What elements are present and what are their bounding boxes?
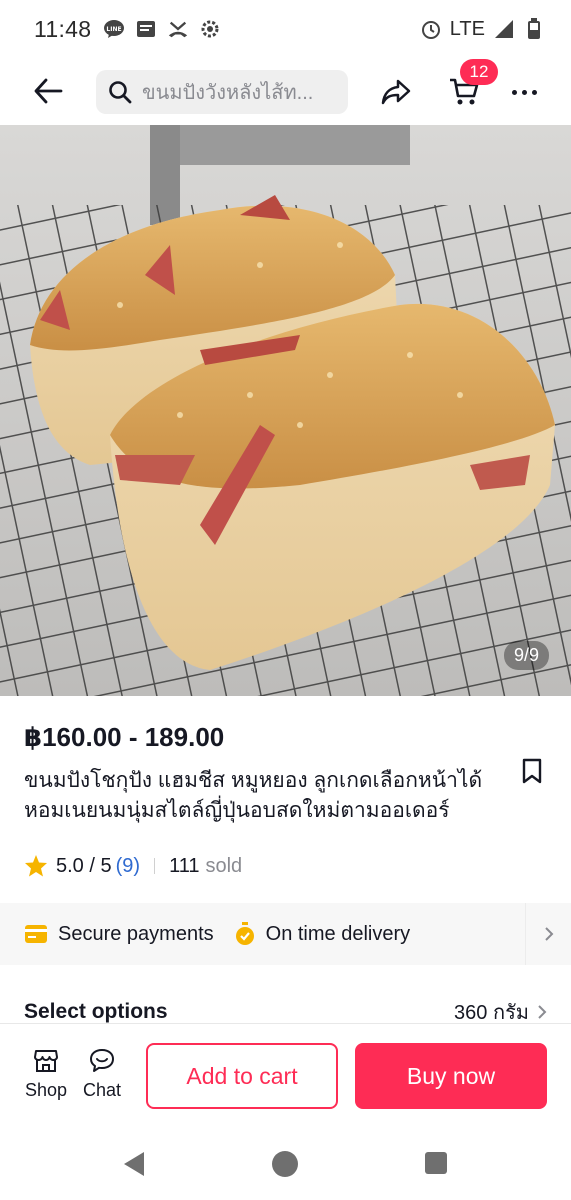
- bottom-action-bar: Shop Chat Add to cart Buy now: [0, 1023, 571, 1133]
- top-nav: ขนมปังวังหลังไส้ท... 12: [0, 59, 571, 120]
- arrow-left-icon: [34, 78, 63, 104]
- network-type: LTE: [449, 17, 485, 40]
- select-options-label: Select options: [24, 1000, 168, 1023]
- divider: [154, 858, 156, 874]
- bread-photo: [0, 125, 571, 696]
- chat-label: Chat: [82, 1080, 122, 1100]
- secure-payments-label: Secure payments: [58, 922, 214, 945]
- rating-row[interactable]: 5.0 / 5 (9) 111 sold: [24, 854, 242, 878]
- chat-icon: [90, 1049, 114, 1072]
- search-placeholder: ขนมปังวังหลังไส้ท...: [142, 82, 314, 104]
- image-counter: 9/9: [503, 641, 549, 670]
- product-title: ขนมปังโชกุปัง แฮมชีส หมูหยอง ลูกเกดเลือก…: [24, 769, 483, 822]
- card-icon: [25, 925, 47, 943]
- secure-strip[interactable]: Secure payments On time delivery: [0, 903, 571, 965]
- more-dot: [531, 89, 537, 95]
- chevron-right-icon: [525, 903, 571, 965]
- status-time: 11:48: [34, 15, 92, 42]
- star-icon: [25, 855, 47, 877]
- status-bar: 11:48 LINE LTE: [0, 0, 571, 58]
- message-icon: [135, 18, 157, 40]
- line-icon: LINE: [103, 18, 125, 40]
- shop-label: Shop: [24, 1080, 68, 1100]
- buy-now-button[interactable]: Buy now: [355, 1043, 547, 1109]
- status-icons-right: LTE: [420, 18, 545, 41]
- rating-count[interactable]: (9): [116, 855, 140, 878]
- on-time-delivery-label: On time delivery: [265, 922, 411, 945]
- more-dot: [511, 89, 517, 95]
- system-recents-icon[interactable]: [425, 1152, 447, 1174]
- more-dot: [521, 89, 527, 95]
- cart-count-badge: 12: [460, 59, 498, 85]
- product-image[interactable]: 9/9: [0, 125, 571, 696]
- search-input[interactable]: ขนมปังวังหลังไส้ท...: [96, 70, 348, 114]
- svg-text:LINE: LINE: [107, 26, 122, 33]
- search-icon: [109, 81, 132, 104]
- alarm-icon: [420, 18, 442, 40]
- status-icons-left: LINE: [103, 18, 221, 40]
- share-button[interactable]: [376, 74, 416, 110]
- sold-label: sold: [205, 854, 243, 877]
- share-icon: [381, 79, 411, 105]
- chat-button[interactable]: Chat: [74, 1048, 130, 1101]
- bookmark-button[interactable]: [519, 756, 545, 786]
- sold-count: 111: [169, 854, 200, 877]
- chevron-right-icon: [538, 1005, 547, 1019]
- shop-icon: [34, 1050, 58, 1072]
- more-options-button[interactable]: [504, 76, 544, 108]
- stopwatch-icon: [235, 922, 254, 945]
- system-back-icon[interactable]: [120, 1150, 148, 1178]
- system-nav-bar: [0, 1134, 571, 1200]
- battery-icon: [523, 18, 545, 40]
- back-button[interactable]: [28, 74, 68, 108]
- signal-icon: [493, 18, 515, 40]
- settings-icon: [199, 18, 221, 40]
- missed-call-icon: [167, 18, 189, 40]
- product-price: ฿160.00 - 189.00: [24, 722, 225, 752]
- add-to-cart-button[interactable]: Add to cart: [146, 1043, 338, 1109]
- system-home-icon[interactable]: [272, 1151, 298, 1177]
- bookmark-icon: [522, 758, 542, 784]
- shop-button[interactable]: Shop: [18, 1048, 74, 1101]
- rating-value: 5.0 / 5: [56, 854, 112, 877]
